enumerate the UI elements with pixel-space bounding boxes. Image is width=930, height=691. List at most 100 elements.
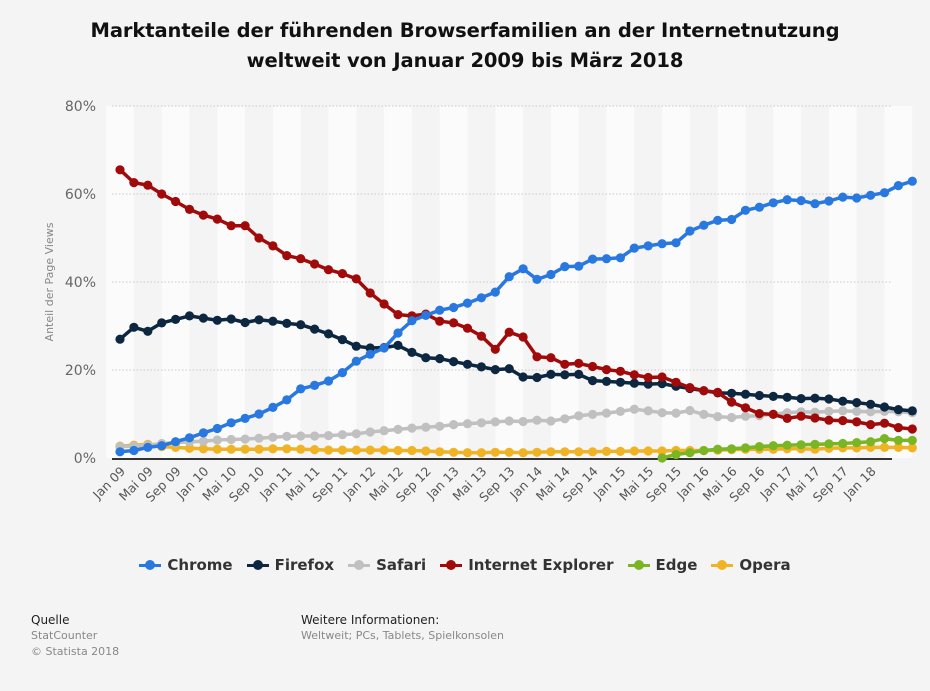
- data-point-opera[interactable]: [490, 447, 500, 457]
- data-point-firefox[interactable]: [449, 357, 459, 367]
- data-point-firefox[interactable]: [129, 322, 139, 332]
- data-point-safari[interactable]: [212, 435, 222, 445]
- data-point-opera[interactable]: [351, 445, 361, 455]
- data-point-opera[interactable]: [296, 444, 306, 454]
- data-point-internet-explorer[interactable]: [240, 221, 250, 231]
- data-point-internet-explorer[interactable]: [337, 269, 347, 279]
- data-point-safari[interactable]: [504, 416, 514, 426]
- data-point-internet-explorer[interactable]: [560, 359, 570, 369]
- data-point-firefox[interactable]: [462, 359, 473, 369]
- data-point-firefox[interactable]: [337, 335, 347, 345]
- data-point-opera[interactable]: [518, 448, 528, 458]
- data-point-firefox[interactable]: [143, 326, 153, 336]
- data-point-edge[interactable]: [768, 441, 778, 451]
- data-point-firefox[interactable]: [754, 390, 765, 401]
- data-point-chrome[interactable]: [407, 316, 417, 326]
- legend-item-firefox[interactable]: Firefox: [246, 556, 334, 574]
- data-point-internet-explorer[interactable]: [462, 323, 473, 333]
- data-point-opera[interactable]: [629, 446, 639, 456]
- data-point-opera[interactable]: [268, 444, 278, 454]
- data-point-edge[interactable]: [893, 435, 904, 445]
- data-point-chrome[interactable]: [449, 302, 459, 313]
- data-point-internet-explorer[interactable]: [643, 372, 653, 383]
- data-point-safari[interactable]: [699, 409, 709, 419]
- data-point-firefox[interactable]: [546, 369, 556, 379]
- data-point-firefox[interactable]: [504, 364, 514, 374]
- data-point-internet-explorer[interactable]: [435, 316, 445, 326]
- data-point-firefox[interactable]: [588, 376, 598, 386]
- data-point-firefox[interactable]: [601, 376, 612, 386]
- data-point-opera[interactable]: [879, 442, 890, 452]
- data-point-firefox[interactable]: [407, 347, 417, 357]
- data-point-internet-explorer[interactable]: [393, 310, 403, 320]
- data-point-chrome[interactable]: [852, 193, 862, 203]
- data-point-edge[interactable]: [796, 440, 806, 450]
- data-point-edge[interactable]: [852, 438, 862, 448]
- data-point-chrome[interactable]: [601, 254, 612, 264]
- data-point-edge[interactable]: [740, 443, 751, 453]
- data-point-safari[interactable]: [852, 406, 862, 416]
- data-point-firefox[interactable]: [476, 362, 486, 372]
- data-point-edge[interactable]: [782, 440, 792, 450]
- data-point-firefox[interactable]: [296, 320, 306, 330]
- data-point-firefox[interactable]: [351, 341, 361, 351]
- data-point-chrome[interactable]: [838, 192, 848, 202]
- data-point-safari[interactable]: [560, 414, 570, 424]
- data-point-chrome[interactable]: [254, 409, 264, 419]
- data-point-safari[interactable]: [365, 427, 375, 437]
- data-point-internet-explorer[interactable]: [907, 424, 917, 434]
- data-point-firefox[interactable]: [421, 353, 431, 363]
- data-point-opera[interactable]: [212, 444, 222, 454]
- data-point-firefox[interactable]: [226, 314, 236, 324]
- data-point-internet-explorer[interactable]: [282, 251, 292, 261]
- data-point-opera[interactable]: [337, 445, 347, 455]
- data-point-opera[interactable]: [407, 445, 417, 456]
- data-point-chrome[interactable]: [657, 239, 667, 249]
- data-point-internet-explorer[interactable]: [824, 415, 834, 425]
- legend-item-safari[interactable]: Safari: [348, 556, 426, 574]
- legend-item-chrome[interactable]: Chrome: [139, 556, 233, 574]
- data-point-internet-explorer[interactable]: [171, 196, 181, 207]
- data-point-safari[interactable]: [462, 419, 473, 429]
- data-point-internet-explorer[interactable]: [476, 331, 486, 341]
- data-point-firefox[interactable]: [796, 394, 806, 404]
- data-point-firefox[interactable]: [198, 313, 208, 323]
- data-point-chrome[interactable]: [490, 287, 500, 297]
- data-point-chrome[interactable]: [574, 261, 584, 271]
- data-point-edge[interactable]: [699, 445, 709, 456]
- data-point-chrome[interactable]: [532, 274, 542, 284]
- data-point-edge[interactable]: [657, 453, 667, 463]
- data-point-chrome[interactable]: [824, 196, 834, 206]
- data-point-chrome[interactable]: [337, 368, 347, 378]
- data-point-chrome[interactable]: [462, 298, 473, 308]
- data-point-safari[interactable]: [435, 421, 445, 431]
- data-point-internet-explorer[interactable]: [518, 332, 528, 342]
- data-point-internet-explorer[interactable]: [740, 403, 751, 413]
- data-point-safari[interactable]: [657, 408, 667, 418]
- data-point-chrome[interactable]: [643, 241, 653, 251]
- data-point-internet-explorer[interactable]: [838, 416, 848, 426]
- data-point-firefox[interactable]: [157, 318, 167, 328]
- data-point-safari[interactable]: [310, 431, 320, 441]
- data-point-internet-explorer[interactable]: [504, 327, 514, 337]
- data-point-chrome[interactable]: [323, 376, 334, 386]
- data-point-chrome[interactable]: [796, 196, 806, 206]
- data-point-internet-explorer[interactable]: [212, 214, 222, 224]
- data-point-internet-explorer[interactable]: [198, 210, 208, 220]
- data-point-chrome[interactable]: [560, 262, 570, 272]
- data-point-internet-explorer[interactable]: [782, 413, 792, 423]
- data-point-firefox[interactable]: [171, 314, 181, 324]
- data-point-chrome[interactable]: [282, 395, 292, 405]
- data-point-edge[interactable]: [907, 435, 917, 445]
- data-point-opera[interactable]: [476, 448, 486, 458]
- data-point-opera[interactable]: [435, 447, 445, 457]
- data-point-chrome[interactable]: [379, 343, 389, 353]
- data-point-edge[interactable]: [824, 439, 834, 449]
- data-point-opera[interactable]: [560, 447, 570, 457]
- data-point-opera[interactable]: [379, 445, 389, 455]
- data-point-internet-explorer[interactable]: [323, 265, 334, 275]
- legend-item-internet-explorer[interactable]: Internet Explorer: [440, 556, 614, 574]
- data-point-firefox[interactable]: [490, 365, 500, 375]
- data-point-opera[interactable]: [449, 447, 459, 457]
- data-point-firefox[interactable]: [838, 396, 848, 406]
